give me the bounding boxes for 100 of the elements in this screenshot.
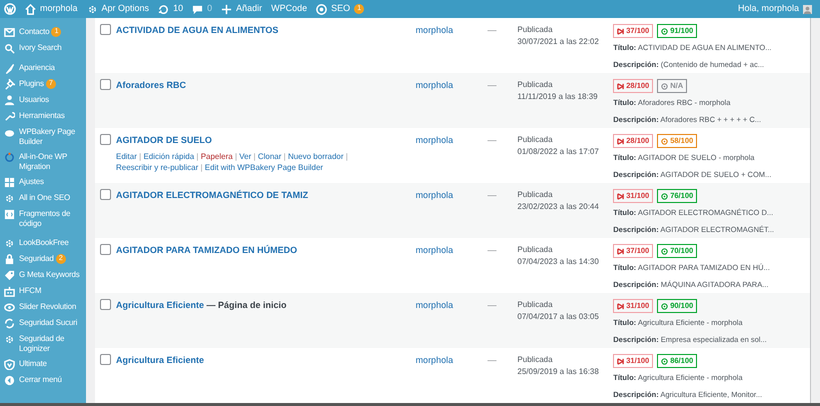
table-cell: — (487, 245, 496, 255)
menu-item[interactable]: Cerrar menú (0, 372, 86, 388)
score-icon (661, 28, 668, 34)
menu-item[interactable]: Ajustes (0, 174, 86, 190)
score-icon (661, 358, 668, 364)
author-link[interactable]: morphola (416, 80, 454, 90)
post-title-link[interactable]: AGITADOR ELECTROMAGNÉTICO DE TAMIZ (116, 190, 308, 200)
separator: | (284, 152, 286, 160)
menu-item[interactable]: Ivory Search (0, 40, 86, 56)
post-title-link[interactable]: Agricultura Eficiente (116, 355, 204, 365)
score-icon (661, 138, 668, 144)
admin-bar-item[interactable]: WPCode (271, 2, 308, 16)
menu-item[interactable]: Slider Revolution (0, 299, 86, 315)
post-status: Publicada (517, 189, 553, 201)
menu-item[interactable]: Fragmentos de código (0, 206, 86, 231)
score-icon (661, 82, 668, 90)
separator: | (234, 152, 238, 160)
post-title-link[interactable]: AGITADOR DE SUELO (116, 135, 212, 145)
author-link[interactable]: morphola (416, 135, 454, 145)
admin-bar-item[interactable]: Añadir (221, 2, 262, 16)
brush-icon (4, 62, 15, 74)
post-status: Publicada (517, 354, 553, 366)
post-status: Publicada (517, 79, 553, 91)
admin-bar-item[interactable]: morphola (25, 2, 78, 16)
separator: | (254, 152, 256, 160)
admin-bar-item[interactable]: 0 (192, 2, 212, 16)
row-checkbox[interactable] (100, 354, 111, 365)
sync-icon (4, 318, 15, 328)
post-state: — Página de inicio (206, 300, 287, 310)
post-status: Publicada (517, 299, 553, 311)
author-link[interactable]: morphola (416, 300, 454, 310)
gear-icon (4, 238, 15, 248)
row-action-link[interactable]: Nuevo borrador (288, 152, 344, 160)
ring-icon (4, 152, 15, 162)
menu-item[interactable]: WPBakery Page Builder (0, 124, 86, 149)
menu-item[interactable]: All-in-One WP Migration (0, 149, 86, 174)
table-cell: — (487, 190, 496, 200)
post-title-link[interactable]: Agricultura Eficiente (116, 300, 204, 310)
shield-icon (4, 358, 15, 370)
menu-item[interactable]: Usuarios (0, 92, 86, 108)
row-action-link[interactable]: Papelera (200, 152, 233, 160)
admin-bar-item[interactable]: Apr Options (86, 2, 150, 16)
menu-item[interactable]: LookBookFree (0, 235, 86, 251)
menu-item[interactable]: All in One SEO (0, 190, 86, 206)
menu-item[interactable]: HFCM (0, 283, 86, 299)
post-date: 07/04/2023 a las 14:30 (517, 256, 599, 268)
row-checkbox[interactable] (100, 244, 111, 255)
menu-item[interactable]: Ultimate (0, 356, 86, 372)
author-link[interactable]: morphola (416, 355, 454, 365)
separator: | (200, 162, 203, 172)
row-action-link[interactable]: Reescribir y re-publicar (116, 162, 198, 172)
collapse-icon (4, 374, 15, 386)
table-cell: — (487, 355, 496, 365)
score-icon (661, 192, 668, 200)
score-icon (661, 302, 668, 310)
row-action-link[interactable]: Edición rápida (143, 152, 194, 160)
post-title-link[interactable]: ACTIVIDAD DE AGUA EN ALIMENTOS (116, 25, 278, 35)
score-icon (661, 248, 668, 254)
post-status: Publicada (517, 24, 553, 36)
circle-logo-icon (316, 4, 328, 14)
author-link[interactable]: morphola (416, 190, 454, 200)
author-link[interactable]: morphola (416, 25, 454, 35)
row-action-link[interactable]: Editar (116, 152, 137, 160)
admin-bar-item[interactable]: 10 (158, 2, 184, 16)
table-cell: — (487, 135, 496, 145)
row-action-link[interactable]: Ver (239, 152, 252, 160)
row-checkbox[interactable] (100, 24, 111, 35)
author-link[interactable]: morphola (416, 245, 454, 255)
row-checkbox[interactable] (100, 189, 111, 200)
post-date: 01/08/2022 a las 17:07 (517, 146, 599, 158)
separator: | (139, 152, 142, 160)
wrench-icon (4, 110, 15, 122)
menu-item[interactable]: Seguridad de Loginizer (0, 331, 86, 356)
robot-icon (4, 286, 15, 296)
row-checkbox[interactable] (100, 134, 111, 145)
post-title-link[interactable]: AGITADOR PARA TAMIZADO EN HÚMEDO (116, 245, 298, 255)
plug-icon (4, 78, 15, 90)
post-status: Publicada (517, 134, 553, 146)
row-action-link[interactable]: Clonar (258, 152, 282, 160)
separator: | (346, 152, 348, 160)
row-checkbox[interactable] (100, 79, 111, 90)
gear-icon (86, 4, 98, 14)
menu-item[interactable]: Seguridad Sucuri (0, 315, 86, 331)
row-action-link[interactable]: Edit with WPBakery Page Builder (204, 162, 324, 172)
account-link[interactable]: Hola, morphola (738, 2, 812, 16)
row-checkbox[interactable] (100, 299, 111, 310)
code-icon (4, 208, 15, 220)
post-title-link[interactable]: Aforadores RBC (116, 80, 186, 90)
post-status: Publicada (517, 244, 553, 256)
tag-icon (4, 270, 15, 280)
menu-item[interactable]: Apariencia (0, 60, 86, 76)
post-date: 07/04/2017 a las 03:05 (517, 311, 599, 323)
menu-item[interactable]: Herramientas (0, 108, 86, 124)
lock-icon (4, 254, 15, 264)
comment-icon (192, 4, 204, 14)
envelope-icon (4, 26, 15, 38)
refresh-icon (158, 4, 170, 14)
menu-item[interactable]: G Meta Keywords (0, 267, 86, 283)
post-date: 23/02/2023 a las 20:44 (517, 201, 599, 213)
table-cell: — (487, 25, 496, 35)
